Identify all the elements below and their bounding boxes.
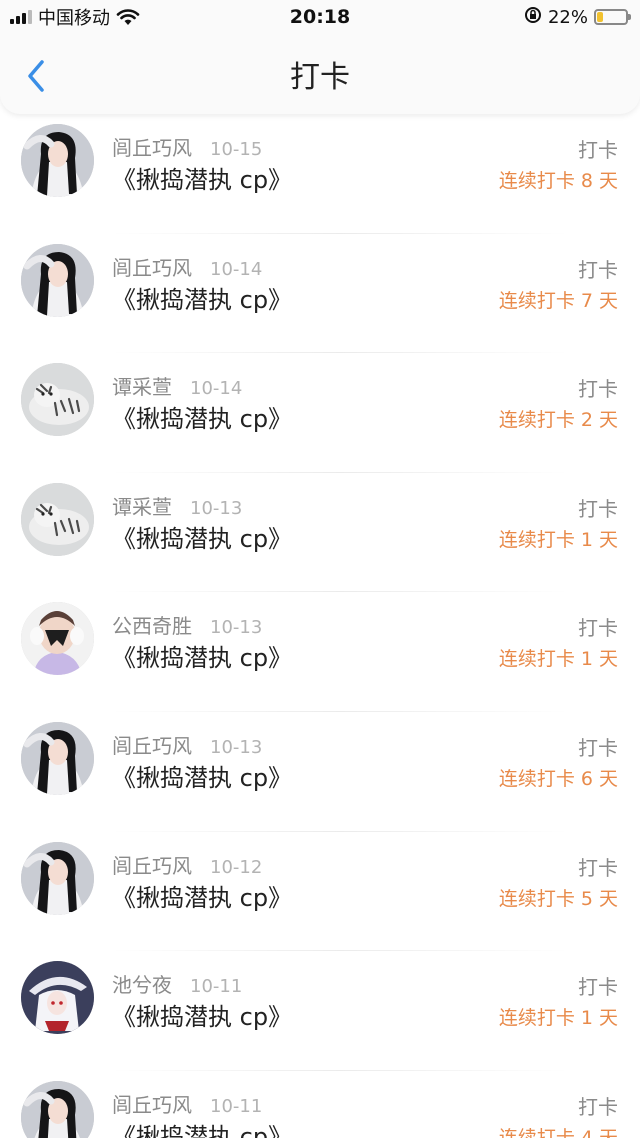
- user-name[interactable]: 闾丘巧风: [112, 730, 192, 759]
- checkin-item[interactable]: 闾丘巧风 10-15 《揪捣潜执 cp》 打卡 连续打卡 8 天: [0, 114, 640, 234]
- checkin-item[interactable]: 公西奇胜 10-13 《揪捣潜执 cp》 打卡 连续打卡 1 天: [0, 592, 640, 712]
- streak-label: 连续打卡 4 天: [498, 1126, 618, 1138]
- action-label: 打卡: [578, 1094, 618, 1119]
- item-meta: 闾丘巧风 10-11: [112, 1089, 262, 1118]
- page-title: 打卡: [290, 60, 350, 95]
- avatar[interactable]: [21, 721, 94, 795]
- streak-label: 连续打卡 1 天: [498, 648, 618, 671]
- item-meta: 闾丘巧风 10-15: [112, 132, 262, 161]
- book-title: 《揪捣潜执 cp》: [112, 166, 293, 194]
- avatar[interactable]: [21, 1080, 94, 1138]
- book-title: 《揪捣潜执 cp》: [112, 1003, 293, 1032]
- streak-label: 连续打卡 2 天: [498, 409, 618, 432]
- checkin-item[interactable]: 闾丘巧风 10-12 《揪捣潜执 cp》 打卡 连续打卡 5 天: [0, 832, 640, 952]
- streak-label: 连续打卡 1 天: [498, 528, 618, 551]
- action-label: 打卡: [578, 855, 618, 880]
- status-left: 中国移动: [10, 4, 140, 30]
- back-button[interactable]: [18, 56, 54, 96]
- streak-label: 连续打卡 7 天: [498, 289, 618, 312]
- action-label: 打卡: [578, 496, 618, 521]
- streak-label: 连续打卡 8 天: [498, 170, 618, 192]
- book-title: 《揪捣潜执 cp》: [112, 1122, 293, 1138]
- item-meta: 谭采萱 10-13: [112, 491, 242, 520]
- post-date: 10-15: [210, 139, 263, 160]
- book-title: 《揪捣潜执 cp》: [112, 524, 293, 553]
- user-name[interactable]: 闾丘巧风: [112, 252, 192, 281]
- rotation-lock-icon: [524, 6, 542, 29]
- post-date: 10-13: [190, 497, 243, 519]
- action-label: 打卡: [578, 377, 618, 402]
- signal-icon: [10, 10, 32, 24]
- checkin-screen: 中国移动 20:18 22% 打卡 闾丘巧风 10-15 《揪捣潜执 cp》 打…: [0, 0, 640, 1138]
- user-name[interactable]: 闾丘巧风: [112, 850, 192, 879]
- post-date: 10-14: [190, 378, 243, 400]
- avatar[interactable]: [21, 124, 94, 197]
- book-title: 《揪捣潜执 cp》: [112, 285, 293, 314]
- book-title: 《揪捣潜执 cp》: [112, 644, 293, 673]
- user-name[interactable]: 闾丘巧风: [112, 132, 192, 161]
- avatar[interactable]: [21, 482, 94, 556]
- carrier-name: 中国移动: [38, 8, 110, 29]
- wifi-icon: [116, 8, 140, 26]
- battery-icon: [594, 9, 631, 25]
- streak-label: 连续打卡 1 天: [498, 1007, 618, 1030]
- action-label: 打卡: [578, 616, 618, 641]
- status-bar: 中国移动 20:18 22%: [0, 0, 640, 34]
- item-meta: 闾丘巧风 10-12: [112, 850, 262, 879]
- item-meta: 闾丘巧风 10-14: [112, 252, 262, 281]
- item-meta: 池兮夜 10-11: [112, 969, 242, 998]
- item-meta: 谭采萱 10-14: [112, 371, 242, 400]
- action-label: 打卡: [578, 975, 618, 1000]
- user-name[interactable]: 闾丘巧风: [112, 1089, 192, 1118]
- item-meta: 闾丘巧风 10-13: [112, 730, 262, 759]
- checkin-item[interactable]: 谭采萱 10-14 《揪捣潜执 cp》 打卡 连续打卡 2 天: [0, 353, 640, 473]
- post-date: 10-11: [210, 1095, 263, 1117]
- book-title: 《揪捣潜执 cp》: [112, 405, 293, 434]
- action-label: 打卡: [578, 257, 618, 282]
- streak-label: 连续打卡 6 天: [498, 767, 618, 790]
- user-name[interactable]: 公西奇胜: [112, 610, 192, 639]
- item-meta: 公西奇胜 10-13: [112, 610, 262, 639]
- avatar[interactable]: [21, 602, 94, 676]
- post-date: 10-13: [210, 736, 263, 758]
- avatar[interactable]: [21, 243, 94, 317]
- action-label: 打卡: [578, 735, 618, 760]
- navigation-bar: 打卡: [0, 34, 640, 114]
- user-name[interactable]: 谭采萱: [112, 371, 172, 400]
- book-title: 《揪捣潜执 cp》: [112, 763, 293, 792]
- avatar[interactable]: [21, 841, 94, 915]
- avatar[interactable]: [21, 961, 94, 1035]
- user-name[interactable]: 谭采萱: [112, 491, 172, 520]
- avatar[interactable]: [21, 363, 94, 437]
- user-name[interactable]: 池兮夜: [112, 969, 172, 998]
- checkin-item[interactable]: 闾丘巧风 10-14 《揪捣潜执 cp》 打卡 连续打卡 7 天: [0, 234, 640, 354]
- checkin-item[interactable]: 闾丘巧风 10-11 《揪捣潜执 cp》 打卡 连续打卡 4 天: [0, 1071, 640, 1138]
- checkin-list[interactable]: 闾丘巧风 10-15 《揪捣潜执 cp》 打卡 连续打卡 8 天 闾丘巧风 10…: [0, 114, 640, 1138]
- checkin-item[interactable]: 闾丘巧风 10-13 《揪捣潜执 cp》 打卡 连续打卡 6 天: [0, 712, 640, 832]
- checkin-item[interactable]: 谭采萱 10-13 《揪捣潜执 cp》 打卡 连续打卡 1 天: [0, 473, 640, 593]
- streak-label: 连续打卡 5 天: [498, 887, 618, 910]
- post-date: 10-11: [190, 976, 243, 998]
- book-title: 《揪捣潜执 cp》: [112, 883, 293, 912]
- chevron-left-icon: [28, 60, 44, 92]
- post-date: 10-14: [210, 258, 263, 280]
- post-date: 10-13: [210, 617, 263, 639]
- checkin-item[interactable]: 池兮夜 10-11 《揪捣潜执 cp》 打卡 连续打卡 1 天: [0, 951, 640, 1071]
- battery-level: [597, 12, 603, 22]
- battery-percent: 22%: [547, 6, 588, 28]
- status-right: 22%: [524, 6, 631, 29]
- post-date: 10-12: [210, 856, 263, 878]
- action-label: 打卡: [578, 138, 618, 162]
